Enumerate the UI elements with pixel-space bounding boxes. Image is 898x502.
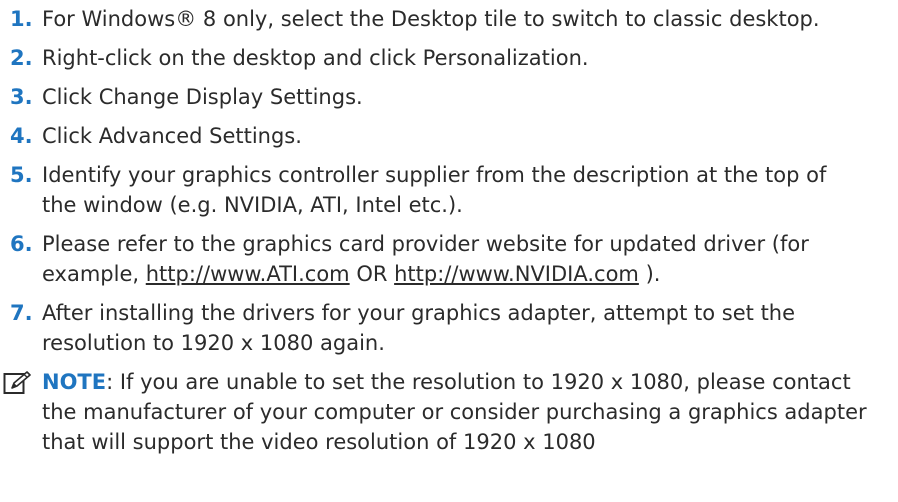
pencil-note-icon — [3, 371, 31, 394]
step-item-3: 3. Click Change Display Settings. — [0, 82, 856, 112]
step-text-mid: OR — [349, 262, 395, 286]
step-text: Click Change Display Settings. — [42, 85, 363, 109]
step-item-2: 2. Right-click on the desktop and click … — [0, 43, 856, 73]
step-text: Click Advanced Settings. — [42, 124, 302, 148]
step-number: 4. — [10, 124, 33, 148]
instruction-steps-list: 1. For Windows® 8 only, select the Deskt… — [0, 4, 898, 358]
ati-website-link[interactable]: http://www.ATI.com — [146, 262, 350, 286]
step-text: For Windows® 8 only, select the Desktop … — [42, 7, 820, 31]
step-text: Identify your graphics controller suppli… — [42, 163, 827, 217]
step-number: 2. — [10, 46, 33, 70]
nvidia-website-link[interactable]: http://www.NVIDIA.com — [394, 262, 639, 286]
step-text-after: ). — [638, 262, 661, 286]
step-item-5: 5. Identify your graphics controller sup… — [0, 160, 856, 220]
step-number: 3. — [10, 85, 33, 109]
note-block: NOTE: If you are unable to set the resol… — [0, 367, 880, 457]
step-text: Right-click on the desktop and click Per… — [42, 46, 589, 70]
step-item-4: 4. Click Advanced Settings. — [0, 121, 856, 151]
step-number: 7. — [10, 301, 33, 325]
step-item-1: 1. For Windows® 8 only, select the Deskt… — [0, 4, 856, 34]
step-number: 5. — [10, 163, 33, 187]
note-text: : If you are unable to set the resolutio… — [42, 370, 867, 454]
step-item-6: 6. Please refer to the graphics card pro… — [0, 229, 856, 289]
step-number: 1. — [10, 7, 33, 31]
document-page: 1. For Windows® 8 only, select the Deskt… — [0, 0, 898, 502]
step-number: 6. — [10, 232, 33, 256]
step-item-7: 7. After installing the drivers for your… — [0, 298, 856, 358]
step-text: After installing the drivers for your gr… — [42, 301, 796, 355]
note-label: NOTE — [42, 370, 107, 394]
